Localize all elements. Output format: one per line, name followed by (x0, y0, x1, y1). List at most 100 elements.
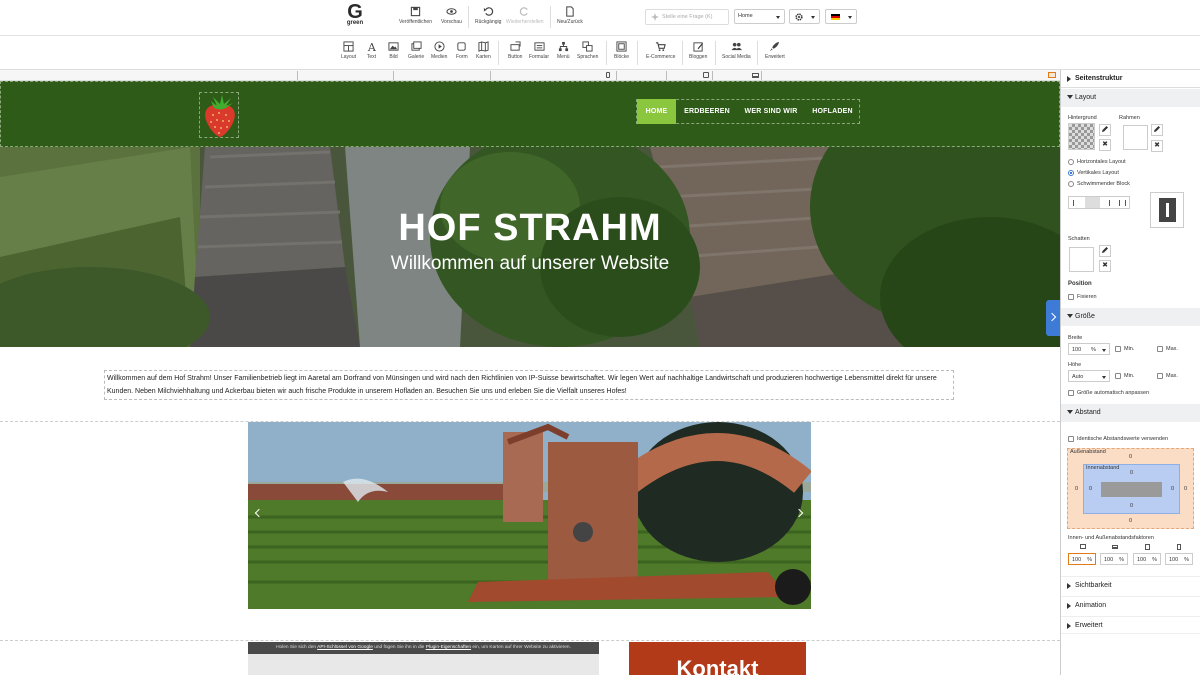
german-flag-icon (831, 14, 840, 20)
fixieren-label: Fixieren (1077, 294, 1097, 300)
shadow-edit-button[interactable] (1099, 245, 1111, 257)
background-preview[interactable] (1068, 123, 1095, 150)
height-max-checkbox[interactable] (1157, 373, 1163, 379)
tool-blog[interactable]: Bloggen (689, 41, 707, 60)
shadow-clear-button[interactable]: ✖ (1099, 260, 1111, 272)
align-center-icon[interactable] (1085, 197, 1100, 208)
desktop-icon[interactable] (1048, 72, 1056, 78)
strawberry-logo[interactable] (199, 92, 239, 138)
save-icon (410, 6, 421, 17)
shadow-preview[interactable] (1069, 247, 1094, 272)
tool-media[interactable]: Medien (431, 41, 447, 60)
kontakt-box[interactable]: Kontakt (629, 642, 806, 675)
section-erweitert[interactable]: Erweitert (1061, 616, 1200, 634)
tool-advanced[interactable]: Erweitert (765, 41, 785, 60)
ask-question-input[interactable]: Stelle eine Frage (K) (645, 9, 729, 25)
fixieren-checkbox[interactable] (1068, 294, 1074, 300)
tablet-icon[interactable] (703, 72, 709, 78)
margin-bottom-value[interactable]: 0 (1129, 518, 1132, 524)
width-input[interactable]: 100% (1068, 343, 1110, 355)
hero-subtitle[interactable]: Willkommen auf unserer Website (0, 253, 1060, 275)
auto-size-checkbox[interactable] (1068, 390, 1074, 396)
tool-image[interactable]: Bild (388, 41, 399, 60)
height-min-checkbox[interactable] (1115, 373, 1121, 379)
factor-laptop-input[interactable]: 100% (1100, 553, 1128, 565)
background-edit-button[interactable] (1099, 124, 1111, 136)
tool-layout[interactable]: Layout (341, 41, 356, 60)
factor-mobile-input[interactable]: 100% (1165, 553, 1193, 565)
border-edit-button[interactable] (1151, 124, 1163, 136)
nav-hofladen[interactable]: HOFLADEN (808, 99, 857, 124)
width-min-checkbox[interactable] (1115, 346, 1121, 352)
tool-menu[interactable]: Menü (557, 41, 570, 60)
media-icon (434, 41, 445, 52)
identical-spacing-checkbox[interactable] (1068, 436, 1074, 442)
settings-dropdown[interactable] (789, 9, 820, 24)
padding-box[interactable]: Innenabstand 0 0 0 0 (1083, 464, 1180, 514)
panel-title[interactable]: Seitenstruktur (1061, 70, 1200, 88)
laptop-icon[interactable] (752, 73, 759, 78)
preview-button[interactable]: Vorschau (441, 6, 462, 25)
padding-left-value[interactable]: 0 (1089, 486, 1092, 492)
tool-formular[interactable]: Formular (529, 41, 549, 60)
section-groesse[interactable]: Größe (1061, 308, 1200, 326)
margin-left-value[interactable]: 0 (1075, 486, 1078, 492)
radio-vertical-layout[interactable] (1068, 170, 1074, 176)
tool-text[interactable]: A Text (366, 41, 377, 60)
google-api-key-link[interactable]: API-Schlüssel von Google (317, 645, 373, 650)
border-clear-button[interactable]: ✖ (1151, 140, 1163, 152)
redo-button[interactable]: Wiederherstellen (506, 6, 544, 25)
section-layout[interactable]: Layout (1061, 89, 1200, 107)
map-placeholder[interactable] (248, 654, 599, 675)
align-left-icon[interactable] (1073, 200, 1078, 206)
align-justify-icon[interactable] (1119, 200, 1126, 206)
image-icon (388, 42, 399, 51)
section-sichtbarkeit[interactable]: Sichtbarkeit (1061, 576, 1200, 594)
publish-button[interactable]: Veröffentlichen (399, 6, 432, 25)
padding-right-value[interactable]: 0 (1171, 486, 1174, 492)
padding-bottom-value[interactable]: 0 (1130, 503, 1133, 509)
site-header[interactable]: HOME ERDBEEREN WER SIND WIR HOFLADEN (0, 81, 1060, 147)
nav-erdbeeren[interactable]: ERDBEEREN (680, 99, 734, 124)
intro-text[interactable]: Willkommen auf dem Hof Strahm! Unser Fam… (104, 370, 954, 400)
nav-wer-sind-wir[interactable]: WER SIND WIR (740, 99, 802, 124)
tool-maps[interactable]: Karten (476, 41, 491, 60)
tool-gallery[interactable]: Galerie (408, 41, 424, 60)
background-clear-button[interactable]: ✖ (1099, 139, 1111, 151)
factor-desktop-input[interactable]: 100% (1068, 553, 1096, 565)
margin-box[interactable]: Außenabstand 0 0 0 0 Innenabstand 0 0 0 … (1067, 448, 1194, 529)
redo-icon (520, 7, 529, 16)
radio-floating-block[interactable] (1068, 181, 1074, 187)
section-animation[interactable]: Animation (1061, 596, 1200, 614)
hero-title[interactable]: HOF STRAHM (0, 207, 1060, 250)
editor-canvas[interactable]: HOME ERDBEEREN WER SIND WIR HOFLADEN HOF (0, 81, 1060, 675)
width-max-checkbox[interactable] (1157, 346, 1163, 352)
tool-social-media[interactable]: Social Media (722, 41, 751, 60)
vertical-align-preview[interactable] (1150, 192, 1184, 228)
page-icon (566, 6, 575, 17)
section-abstand[interactable]: Abstand (1061, 404, 1200, 422)
mobile-icon[interactable] (606, 72, 610, 78)
padding-top-value[interactable]: 0 (1130, 470, 1133, 476)
language-dropdown[interactable] (825, 9, 857, 24)
page-select[interactable]: Home (734, 9, 785, 24)
undo-button[interactable]: Rückgängig (475, 6, 501, 25)
tool-button[interactable]: Button (508, 41, 522, 60)
align-right-icon[interactable] (1105, 200, 1110, 206)
radio-horizontal-layout[interactable] (1068, 159, 1074, 165)
new-back-button[interactable]: Neu/Zurück (557, 6, 583, 25)
image-slider[interactable] (248, 422, 811, 609)
nav-home[interactable]: HOME (637, 99, 676, 124)
tool-blocks[interactable]: Blöcke (614, 41, 629, 60)
margin-right-value[interactable]: 0 (1184, 486, 1187, 492)
plugin-properties-link[interactable]: Plugin-Eigenschaften (426, 645, 471, 650)
margin-top-value[interactable]: 0 (1129, 454, 1132, 460)
tool-form[interactable]: Form (456, 41, 468, 60)
panel-toggle[interactable] (1046, 300, 1060, 336)
app-logo[interactable]: G green (344, 2, 366, 26)
tool-ecommerce[interactable]: E-Commerce (646, 41, 675, 60)
border-preview[interactable] (1123, 125, 1148, 150)
tool-languages[interactable]: Sprachen (577, 41, 598, 60)
height-input[interactable]: Auto (1068, 370, 1110, 382)
factor-tablet-input[interactable]: 100% (1133, 553, 1161, 565)
